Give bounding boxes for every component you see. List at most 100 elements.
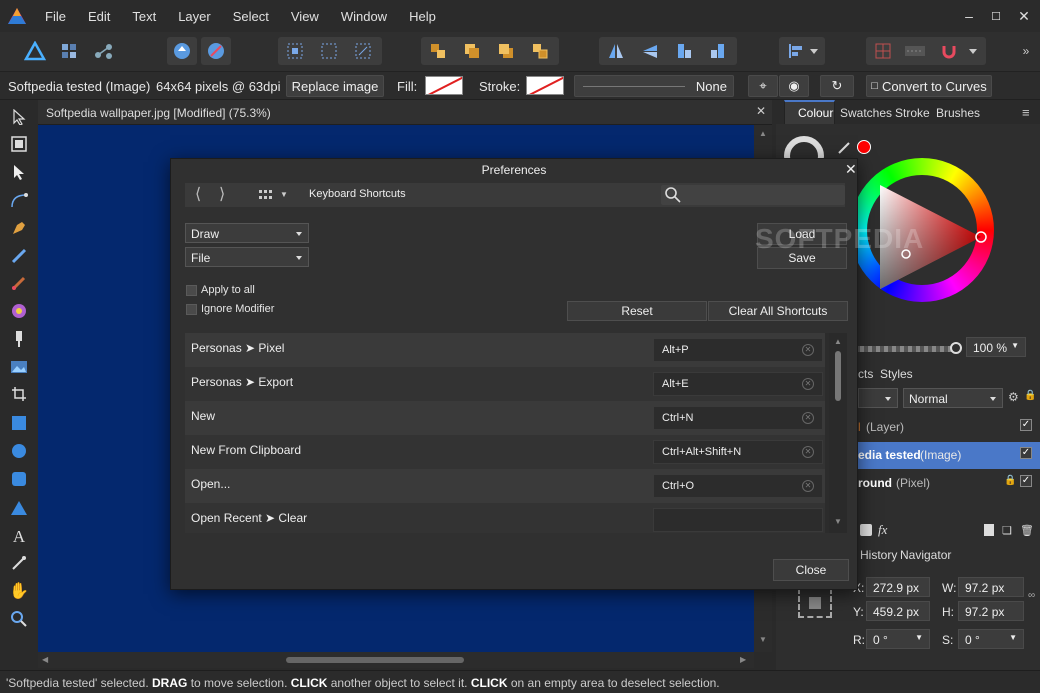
apply-all-checkbox[interactable] <box>186 285 197 296</box>
layer-row[interactable]: l (Layer) ✓ <box>858 414 1040 441</box>
export-persona-icon[interactable] <box>89 37 119 65</box>
tab-swatches[interactable]: Swatches <box>840 106 892 120</box>
shortcut-row[interactable]: Open Recent ➤ Clear <box>185 503 825 533</box>
shortcut-row[interactable]: Open... Ctrl+O ✕ <box>185 469 825 503</box>
flip-vertical-icon[interactable] <box>635 37 665 65</box>
close-window-icon[interactable]: ✕ <box>1013 6 1035 26</box>
rotation-field[interactable]: 0 ° ▼ <box>866 629 930 649</box>
upload-icon[interactable] <box>167 37 197 65</box>
layer-visible-checkbox[interactable]: ✓ <box>1020 447 1032 459</box>
layer-filter-dropdown[interactable] <box>858 388 898 408</box>
shortcut-row[interactable]: Personas ➤ Pixel Alt+P ✕ <box>185 333 825 367</box>
layer-row-selected[interactable]: edia tested (Image) ✓ <box>858 442 1040 469</box>
shortcut-row[interactable]: New Ctrl+N ✕ <box>185 401 825 435</box>
pencil-tool-icon[interactable] <box>8 245 30 267</box>
lock-icon[interactable]: 🔒 <box>1024 390 1036 401</box>
tab-styles[interactable]: Styles <box>880 367 913 381</box>
duplicate-icon[interactable]: ❏ <box>1002 524 1012 537</box>
new-layer-icon[interactable] <box>984 524 994 536</box>
color-picker-icon[interactable] <box>8 552 30 574</box>
transparency-tool-icon[interactable] <box>8 328 30 350</box>
fx-icon[interactable]: fx <box>878 522 887 538</box>
stroke-swatch[interactable] <box>526 76 564 95</box>
brush-tool-icon[interactable] <box>8 272 30 294</box>
rotate-left-icon[interactable] <box>669 37 699 65</box>
grid-icon[interactable] <box>257 186 275 204</box>
rectangle-tool-icon[interactable] <box>8 412 30 434</box>
menu-edit[interactable]: Edit <box>77 9 121 24</box>
lock-icon[interactable]: 🔒 <box>1004 475 1016 486</box>
picker-icon[interactable] <box>838 140 852 154</box>
tab-brushes[interactable]: Brushes <box>936 106 980 120</box>
chevron-down-icon[interactable] <box>805 37 823 65</box>
arrange-front-icon[interactable] <box>525 37 555 65</box>
list-scrollbar[interactable]: ▲ ▼ <box>829 333 847 533</box>
flip-horizontal-icon[interactable] <box>601 37 631 65</box>
menu-view[interactable]: View <box>280 9 330 24</box>
arrange-backward-icon[interactable] <box>457 37 487 65</box>
replace-image-button[interactable]: Replace image <box>286 75 384 97</box>
opacity-slider[interactable] <box>856 346 952 352</box>
ellipse-tool-icon[interactable] <box>8 440 30 462</box>
stroke-width-field[interactable]: None <box>574 75 734 97</box>
snap-grid-icon[interactable] <box>868 37 898 65</box>
opacity-field[interactable]: 100 % ▼ <box>966 337 1026 357</box>
horizontal-scroll-thumb[interactable] <box>286 657 464 663</box>
scroll-up-icon[interactable]: ▲ <box>759 129 767 138</box>
close-button[interactable]: Close <box>773 559 849 581</box>
mask-icon[interactable] <box>860 524 872 536</box>
arrange-forward-icon[interactable] <box>491 37 521 65</box>
layer-visible-checkbox[interactable]: ✓ <box>1020 475 1032 487</box>
clear-shortcut-icon[interactable]: ✕ <box>802 344 814 356</box>
y-field[interactable]: 459.2 px <box>866 601 930 621</box>
minimize-icon[interactable]: – <box>958 6 980 26</box>
document-tab[interactable]: Softpedia wallpaper.jpg [Modified] (75.3… <box>38 100 772 125</box>
layer-visible-checkbox[interactable]: ✓ <box>1020 419 1032 431</box>
blend-mode-dropdown[interactable]: Normal <box>903 388 1003 408</box>
shortcut-field[interactable]: Ctrl+N ✕ <box>653 406 823 430</box>
crop-tool-icon[interactable] <box>8 383 30 405</box>
fill-tool-icon[interactable] <box>8 300 30 322</box>
reset-button[interactable]: Reset <box>567 301 707 321</box>
menu-select[interactable]: Select <box>222 9 280 24</box>
corner-tool-icon[interactable] <box>8 189 30 211</box>
menu-help[interactable]: Help <box>398 9 447 24</box>
menu-window[interactable]: Window <box>330 9 398 24</box>
zoom-tool-icon[interactable] <box>8 608 30 630</box>
magnet-icon[interactable] <box>934 37 964 65</box>
node-tool-icon[interactable] <box>8 161 30 183</box>
maximize-icon[interactable]: ☐ <box>985 6 1007 26</box>
shortcut-field[interactable]: Ctrl+Alt+Shift+N ✕ <box>653 440 823 464</box>
fill-swatch[interactable] <box>425 76 463 95</box>
clear-shortcut-icon[interactable]: ✕ <box>802 378 814 390</box>
designer-persona-icon[interactable] <box>20 37 50 65</box>
shear-field[interactable]: 0 ° ▼ <box>958 629 1024 649</box>
shortcut-field[interactable]: Ctrl+O ✕ <box>653 474 823 498</box>
marquee-icon[interactable] <box>314 37 344 65</box>
list-scroll-thumb[interactable] <box>835 351 841 401</box>
ignore-modifier-checkbox[interactable] <box>186 304 197 315</box>
scroll-down-icon[interactable]: ▼ <box>759 635 767 644</box>
tab-effects[interactable]: cts <box>858 367 873 381</box>
back-icon[interactable]: ⟨ <box>195 184 201 204</box>
artboard-tool-icon[interactable] <box>8 133 30 155</box>
close-tab-icon[interactable]: ✕ <box>756 104 766 118</box>
eye-icon[interactable]: ◉ <box>779 75 809 97</box>
text-tool-icon[interactable]: A <box>8 526 30 548</box>
menu-layer[interactable]: Layer <box>167 9 222 24</box>
subcategory-dropdown[interactable]: File <box>185 247 309 267</box>
menu-file[interactable]: File <box>34 9 77 24</box>
hand-tool-icon[interactable]: ✋ <box>8 580 30 602</box>
triangle-tool-icon[interactable] <box>8 497 30 519</box>
clear-shortcut-icon[interactable]: ✕ <box>802 480 814 492</box>
place-image-icon[interactable] <box>8 356 30 378</box>
scroll-right-icon[interactable]: ▶ <box>740 655 746 664</box>
scroll-up-icon[interactable]: ▲ <box>834 337 842 346</box>
clear-shortcut-icon[interactable]: ✕ <box>802 446 814 458</box>
pen-tool-icon[interactable] <box>8 217 30 239</box>
panel-menu-icon[interactable]: ≡ <box>1022 105 1030 120</box>
w-field[interactable]: 97.2 px <box>958 577 1024 597</box>
more-icon[interactable]: » <box>1016 37 1036 65</box>
scroll-left-icon[interactable]: ◀ <box>42 655 48 664</box>
assistant-icon[interactable] <box>201 37 231 65</box>
